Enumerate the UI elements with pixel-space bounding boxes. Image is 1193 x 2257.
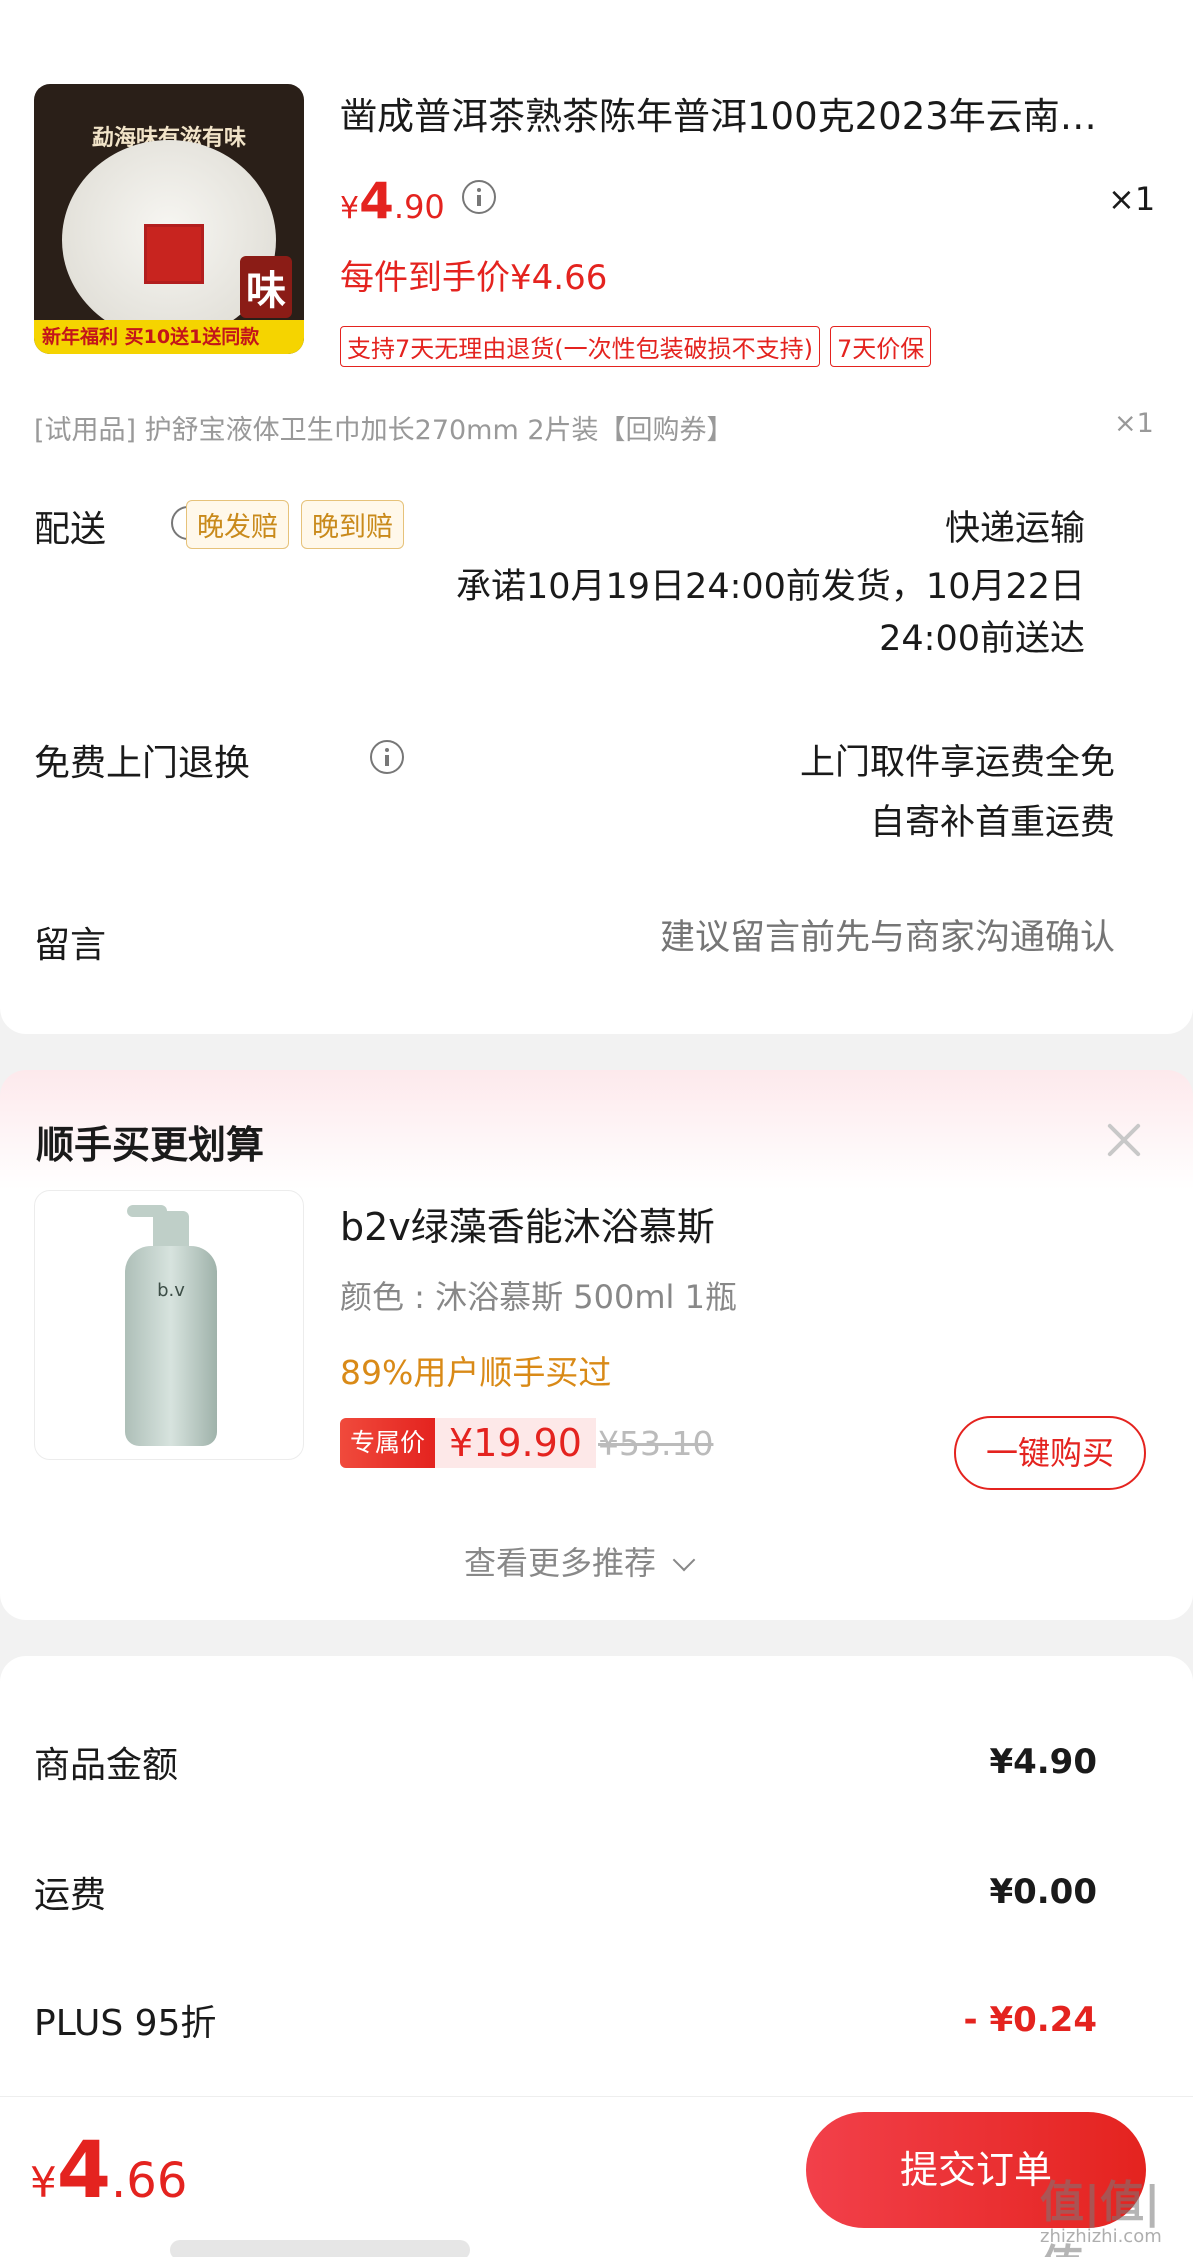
exclusive-price: 专属价 ¥19.90: [340, 1418, 596, 1468]
final-price: 每件到手价¥4.66: [340, 258, 608, 298]
price-symbol: ¥: [340, 191, 360, 226]
tea-stamp-image: [144, 224, 204, 284]
total-symbol: ¥: [30, 2158, 57, 2207]
recommendation-thumbnail[interactable]: b.v: [34, 1190, 304, 1460]
chevron-down-icon: [672, 1548, 696, 1572]
recommendation-social-proof: 89%用户顺手买过: [340, 1353, 612, 1392]
gift-quantity: ×1: [1114, 408, 1154, 439]
return-service-line2: 自寄补首重运费: [869, 803, 1115, 843]
return-policy-tag: 支持7天无理由退货(一次性包装破损不支持): [340, 326, 820, 367]
return-service-label: 免费上门退换: [34, 743, 251, 784]
thumbnail-promo-strip: 新年福利 买10送1送同款: [34, 320, 304, 354]
price-integer: 4: [359, 172, 394, 230]
late-ship-compensation-tag: 晚发赔: [186, 500, 289, 549]
original-price: ¥53.10: [598, 1424, 714, 1463]
one-click-buy-button[interactable]: 一键购买: [954, 1416, 1146, 1490]
summary-goods-value: ¥4.90: [989, 1742, 1097, 1782]
bottle-brand-mark: b.v: [157, 1280, 185, 1301]
delivery-promise-line1: 承诺10月19日24:00前发货，10月22日: [455, 567, 1085, 607]
return-service-line1: 上门取件享运费全免: [799, 743, 1115, 783]
order-total: ¥4.66: [30, 2126, 187, 2216]
home-indicator[interactable]: [170, 2240, 470, 2257]
exclusive-price-value: ¥19.90: [435, 1418, 596, 1468]
service-tags: 支持7天无理由退货(一次性包装破损不支持) 7天价保: [340, 326, 941, 367]
recommendation-title: 顺手买更划算: [36, 1123, 265, 1167]
delivery-label: 配送: [34, 509, 107, 550]
gift-item: [试用品] 护舒宝液体卫生巾加长270mm 2片装【回购券】: [34, 415, 734, 446]
summary-shipping-label: 运费: [34, 1875, 107, 1916]
product-thumbnail[interactable]: 勐海味有滋有味 味 新年福利 买10送1送同款: [34, 84, 304, 354]
price-protect-tag: 7天价保: [830, 326, 932, 367]
bottle-image: b.v: [125, 1246, 217, 1446]
order-card: 勐海味有滋有味 味 新年福利 买10送1送同款 凿成普洱茶熟茶陈年普洱100克2…: [0, 0, 1193, 1034]
delivery-method[interactable]: 快递运输: [945, 500, 1085, 551]
delivery-promise-line2: 24:00前送达: [879, 619, 1085, 659]
total-integer: 4: [56, 2126, 112, 2216]
summary-goods-label: 商品金额: [34, 1745, 179, 1786]
site-watermark-url: zhizhizhi.com: [1040, 2226, 1162, 2247]
recommendation-product-name[interactable]: b2v绿藻香能沐浴慕斯: [340, 1196, 715, 1251]
summary-plus-discount-label: PLUS 95折: [34, 2003, 217, 2044]
delivery-tags: 晚发赔 晚到赔: [174, 500, 404, 549]
exclusive-price-label: 专属价: [340, 1418, 436, 1468]
bottle-pump-image: [153, 1211, 189, 1251]
product-price: ¥4.90: [340, 172, 445, 230]
price-info-icon[interactable]: [462, 180, 496, 214]
see-more-recommendations[interactable]: 查看更多推荐: [464, 1538, 696, 1584]
return-service-info-icon[interactable]: [370, 740, 405, 774]
total-decimal: .66: [111, 2153, 188, 2209]
see-more-label: 查看更多推荐: [464, 1544, 657, 1582]
close-icon[interactable]: [1104, 1120, 1144, 1160]
thumbnail-badge: 味: [240, 256, 292, 318]
price-decimal: .90: [393, 188, 445, 226]
summary-plus-discount-value: - ¥0.24: [963, 2000, 1098, 2040]
recommendation-spec[interactable]: 颜色 : 沐浴慕斯 500ml 1瓶: [340, 1272, 737, 1318]
summary-shipping-value: ¥0.00: [989, 1872, 1097, 1912]
product-title[interactable]: 凿成普洱茶熟茶陈年普洱100克2023年云南…: [340, 86, 1097, 140]
message-label: 留言: [34, 925, 107, 966]
product-quantity: ×1: [1108, 180, 1156, 218]
late-arrival-compensation-tag: 晚到赔: [301, 500, 404, 549]
message-input[interactable]: [515, 910, 1115, 966]
